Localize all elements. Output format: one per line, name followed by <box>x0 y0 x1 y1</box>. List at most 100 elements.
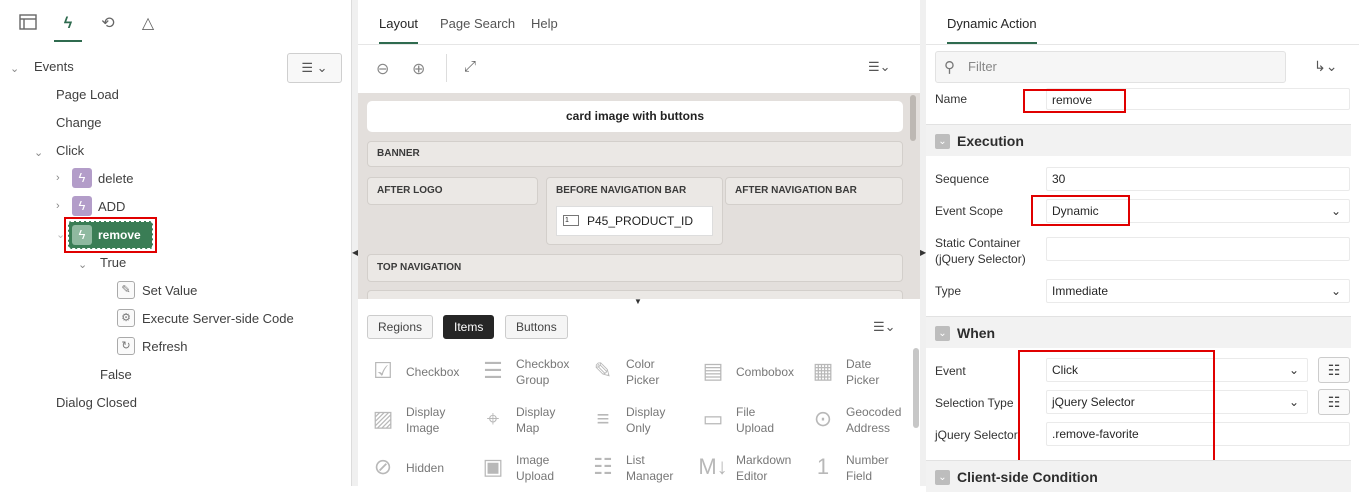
tree-change[interactable]: Change <box>56 112 102 134</box>
gallery-item[interactable]: ☑ Checkbox <box>368 356 478 396</box>
zoom-in-icon[interactable]: ⊕ <box>412 59 425 79</box>
combobox-icon: ▤ <box>702 358 724 383</box>
region-banner[interactable]: BANNER <box>367 141 903 167</box>
tree-false[interactable]: False <box>100 364 132 386</box>
hidden-icon: ⊘ <box>373 454 393 479</box>
lightning-icon: ϟ <box>72 196 92 216</box>
geocoded-address-icon: ⊙ <box>813 406 833 431</box>
gallery-item[interactable]: ▨ Display Image <box>368 404 478 444</box>
tree-click[interactable]: Click <box>56 140 84 162</box>
chevron-down-icon[interactable]: ⌄ <box>34 146 43 159</box>
tree-dialog-closed[interactable]: Dialog Closed <box>56 392 137 414</box>
shared-components-icon[interactable]: △ <box>138 14 158 34</box>
gallery-item[interactable]: ☰ Checkbox Group <box>478 356 588 396</box>
section-client-condition[interactable]: ⌄ Client-side Condition <box>926 460 1351 492</box>
tree-page-load[interactable]: Page Load <box>56 84 119 106</box>
chevron-right-icon[interactable]: › <box>56 172 60 184</box>
tab-layout[interactable]: Layout <box>379 0 419 44</box>
page-title-region[interactable]: card image with buttons <box>367 101 903 132</box>
gallery-item-label: Editor <box>736 469 768 483</box>
gallery-item-label: Date <box>846 357 872 371</box>
date-picker-icon: ▦ <box>812 358 834 383</box>
section-execution[interactable]: ⌄ Execution <box>926 124 1351 156</box>
selection-type-list-button[interactable]: ☷ <box>1318 389 1350 415</box>
tree-execute-server-code[interactable]: Execute Server-side Code <box>142 308 294 330</box>
static-container-field[interactable] <box>1046 237 1350 261</box>
type-select[interactable]: Immediate ⌄ <box>1046 279 1350 303</box>
dynamic-actions-icon[interactable]: ϟ <box>58 14 78 34</box>
tree-events[interactable]: Events <box>34 56 74 78</box>
item-label: P45_PRODUCT_ID <box>587 214 694 228</box>
tree-da-delete[interactable]: delete <box>98 168 133 190</box>
gallery-item[interactable]: 1 Number Field <box>808 452 918 492</box>
event-list-button[interactable]: ☷ <box>1318 357 1350 383</box>
sequence-field[interactable]: 30 <box>1046 167 1350 191</box>
gallery-item[interactable]: ☷ List Manager <box>588 452 698 492</box>
gear-icon: ⚙ <box>117 309 135 327</box>
tree-set-value[interactable]: Set Value <box>142 280 197 302</box>
gallery-item[interactable]: M↓ Markdown Editor <box>698 452 808 492</box>
gallery-item-label: Display <box>626 405 666 419</box>
gallery-item[interactable]: ▤ Combobox <box>698 356 808 396</box>
region-after-logo[interactable]: AFTER LOGO <box>367 177 538 205</box>
image-upload-icon: ▣ <box>482 454 504 479</box>
canvas-scrollbar[interactable] <box>910 95 916 141</box>
tab-dynamic-action[interactable]: Dynamic Action <box>947 0 1037 44</box>
gallery-item-text: Color Picker <box>626 356 659 388</box>
layout-menu-icon[interactable]: ☰⌄ <box>868 59 891 75</box>
tree-da-add[interactable]: ADD <box>98 196 125 218</box>
tree-da-remove-selected[interactable]: ϟ remove <box>68 221 153 249</box>
gallery-tab-items[interactable]: Items <box>443 315 495 339</box>
gallery-item[interactable]: ▭ File Upload <box>698 404 808 444</box>
rendering-icon[interactable] <box>18 14 38 34</box>
gallery-item-label: File <box>736 405 756 419</box>
chevron-down-icon: ⌄ <box>1288 395 1299 409</box>
gallery-item[interactable]: ⊘ Hidden <box>368 452 478 492</box>
splitter-handle-icon[interactable]: ▼ <box>634 297 642 306</box>
gallery-item[interactable]: ≡ Display Only <box>588 404 698 444</box>
collapse-icon: ⌄ <box>935 470 950 485</box>
section-when[interactable]: ⌄ When <box>926 316 1351 348</box>
tab-help[interactable]: Help <box>531 0 558 44</box>
gallery-item[interactable]: ▦ Date Picker <box>808 356 918 396</box>
item-p45-product-id[interactable]: 1 P45_PRODUCT_ID <box>556 206 713 236</box>
gallery-item[interactable]: ⌖ Display Map <box>478 404 588 444</box>
highlight-box-when <box>1018 350 1215 462</box>
filter-input[interactable]: Filter <box>968 52 997 82</box>
gallery-scrollbar[interactable] <box>913 348 919 428</box>
gallery-tab-regions[interactable]: Regions <box>367 315 434 339</box>
gallery-item-text: Date Picker <box>846 356 879 388</box>
gallery-item-label: Group <box>516 373 550 387</box>
gallery-item[interactable]: ⊙ Geocoded Address <box>808 404 918 444</box>
chevron-right-icon[interactable]: › <box>56 200 60 212</box>
chevron-down-icon[interactable]: ⌄ <box>10 62 19 75</box>
tree-refresh[interactable]: Refresh <box>142 336 188 358</box>
processing-icon[interactable]: ⟲ <box>98 14 118 34</box>
goto-group-icon[interactable]: ↳⌄ <box>1314 58 1337 75</box>
region-before-nav[interactable]: BEFORE NAVIGATION BAR 1 P45_PRODUCT_ID <box>546 177 723 245</box>
region-top-navigation[interactable]: TOP NAVIGATION <box>367 254 903 282</box>
property-editor: Dynamic Action ⚲ Filter ↳⌄ Name remove ⌄… <box>926 0 1359 492</box>
name-label: Name <box>935 92 968 106</box>
section-client-condition-title: Client-side Condition <box>957 469 1098 485</box>
tree-true[interactable]: True <box>100 252 126 274</box>
filter-box[interactable]: ⚲ Filter <box>935 51 1286 83</box>
gallery-tab-buttons[interactable]: Buttons <box>505 315 568 339</box>
gallery-item-text: Hidden <box>406 460 444 476</box>
active-tab-indicator <box>54 40 82 42</box>
tree-menu-button[interactable]: ☰ ⌄ <box>287 53 342 83</box>
tab-page-search[interactable]: Page Search <box>440 0 515 44</box>
gallery-item-label: Hidden <box>406 461 445 475</box>
gallery-item[interactable]: ✎ Color Picker <box>588 356 698 396</box>
zoom-out-icon[interactable]: ⊖ <box>376 59 389 79</box>
gallery-item-label: Picker <box>846 373 880 387</box>
gallery-menu-icon[interactable]: ☰⌄ <box>873 319 896 335</box>
expand-icon[interactable]: ⤢ <box>464 58 476 75</box>
chevron-down-icon[interactable]: ⌄ <box>78 258 87 271</box>
text-field-icon: 1 <box>563 215 579 226</box>
gallery-item-label: Only <box>626 421 651 435</box>
highlight-box-name <box>1023 89 1126 113</box>
region-after-nav[interactable]: AFTER NAVIGATION BAR <box>725 177 903 205</box>
checkbox-icon: ☑ <box>373 358 393 383</box>
gallery-item[interactable]: ▣ Image Upload <box>478 452 588 492</box>
